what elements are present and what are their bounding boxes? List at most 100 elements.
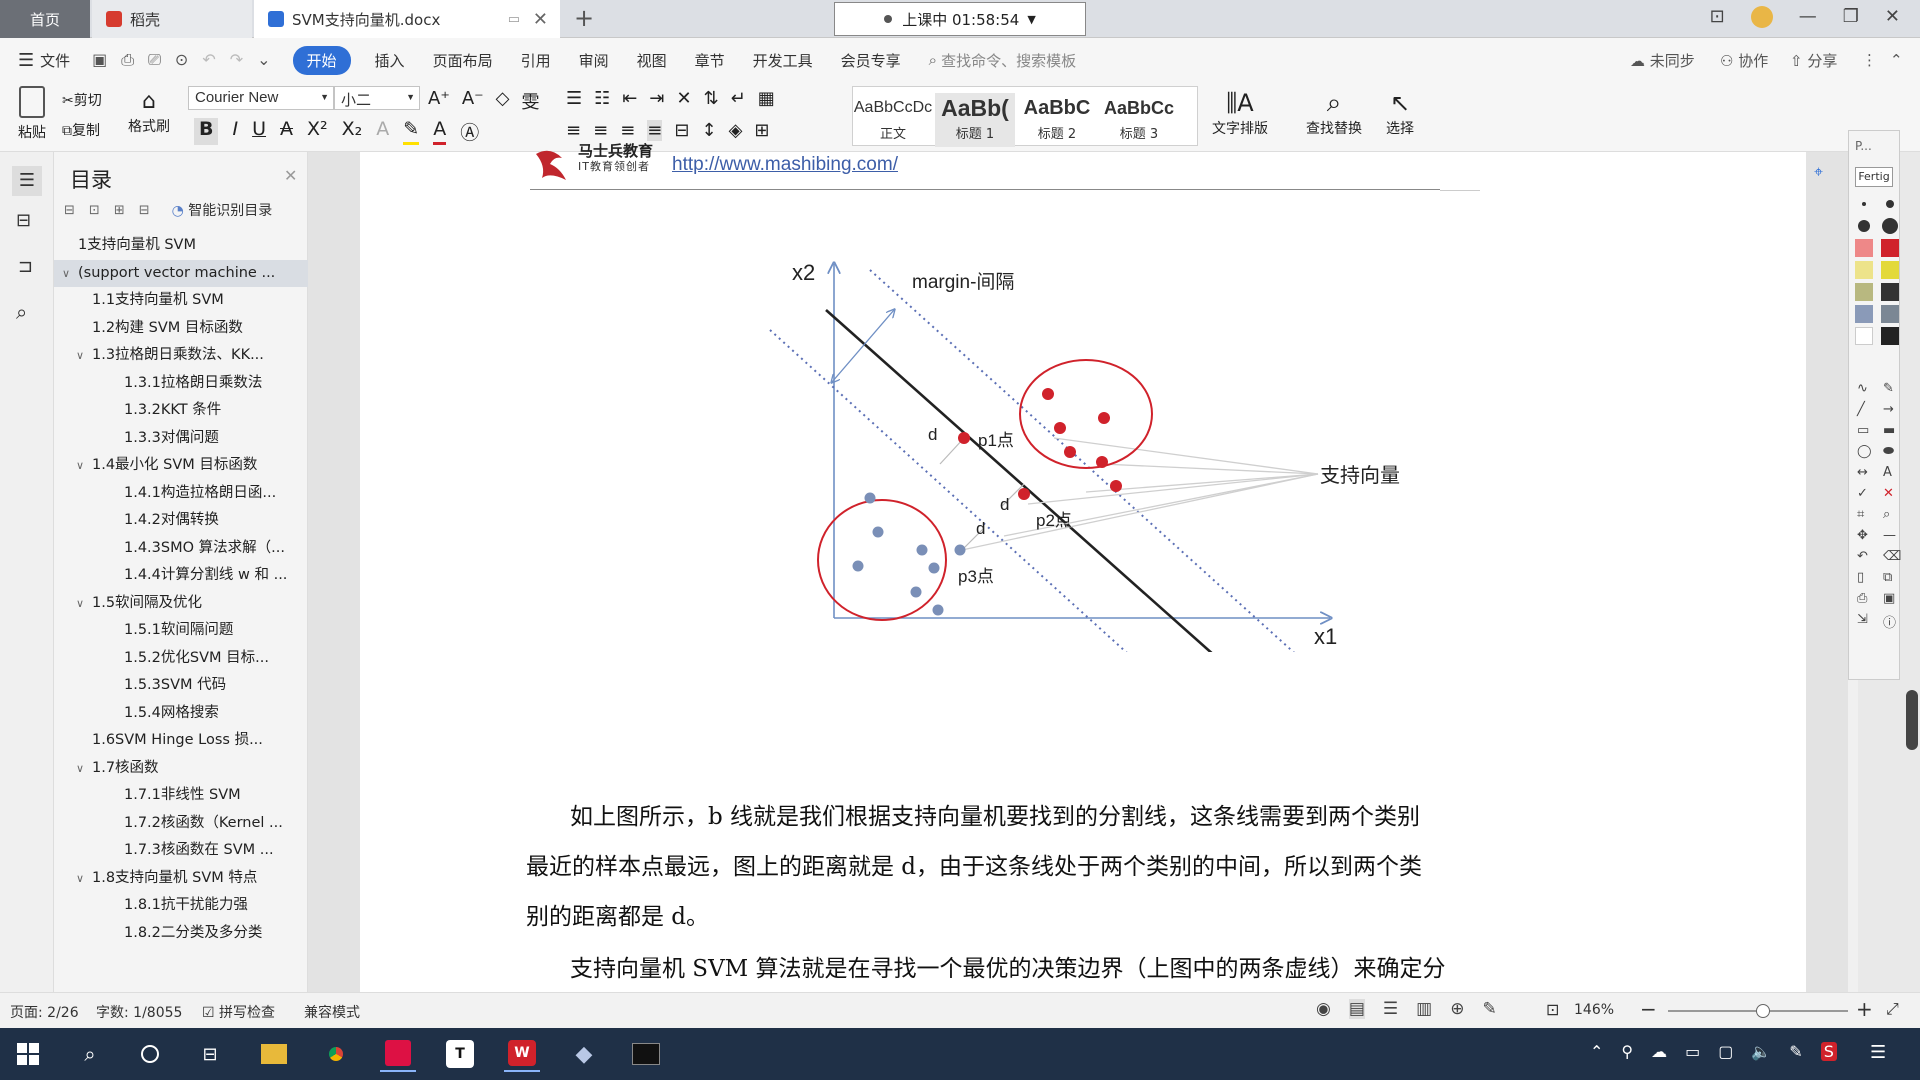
shading-icon[interactable]: ◈ <box>729 120 743 141</box>
font-size-select[interactable]: 小二 ▼ <box>334 86 420 110</box>
toc-item[interactable]: 1支持向量机 SVM <box>54 232 308 260</box>
menu-tab-chapter[interactable]: 章节 <box>695 50 725 71</box>
chevron-down-icon[interactable]: ∨ <box>76 865 92 893</box>
style-normal[interactable]: AaBbCcDc 正文 <box>853 93 933 147</box>
export-icon[interactable]: ⇲ <box>1857 612 1877 631</box>
sort-icon[interactable]: ⇅ <box>704 88 719 109</box>
toc-item[interactable]: 1.3.1拉格朗日乘数法 <box>54 370 308 398</box>
panel-scroll-handle[interactable] <box>1906 690 1918 750</box>
fit-page-icon[interactable]: ⊡ <box>1546 1000 1559 1019</box>
restore-tab-icon[interactable]: ▭ <box>508 12 520 27</box>
color-black[interactable] <box>1881 283 1899 301</box>
cross-icon[interactable]: ✕ <box>1883 486 1903 501</box>
menu-tab-insert[interactable]: 插入 <box>375 50 405 71</box>
close-icon[interactable]: ✕ <box>284 166 297 185</box>
arrow-icon[interactable]: → <box>1883 402 1903 417</box>
trash-icon[interactable]: ⌫ <box>1883 549 1903 564</box>
ellipse-icon[interactable]: ◯ <box>1857 444 1877 459</box>
menu-tab-reference[interactable]: 引用 <box>521 50 551 71</box>
dot-large-icon[interactable] <box>1855 217 1873 235</box>
read-view-icon[interactable]: ▥ <box>1416 999 1432 1019</box>
toc-item[interactable]: 1.3.3对偶问题 <box>54 425 308 453</box>
color-dark[interactable] <box>1881 327 1899 345</box>
export-icon[interactable]: ⎙ <box>121 50 134 70</box>
redo-icon[interactable]: ↷ <box>230 50 243 70</box>
pen-icon[interactable]: ✎ <box>1883 381 1903 396</box>
subscript-icon[interactable]: X₂ <box>342 118 363 145</box>
toc-item[interactable]: 1.4.4计算分割线 w 和 ... <box>54 562 308 590</box>
toc-panel-icon[interactable]: ☰ <box>12 166 42 196</box>
toc-item[interactable]: 1.7.2核函数（Kernel ... <box>54 810 308 838</box>
terminal-icon[interactable] <box>628 1036 664 1072</box>
rectangle-icon[interactable]: ▭ <box>1857 423 1877 438</box>
freehand-icon[interactable]: ∿ <box>1857 381 1877 396</box>
line-icon[interactable]: ╱ <box>1857 402 1877 417</box>
tab-document[interactable]: SVM支持向量机.docx ✕ ▭ <box>254 0 560 38</box>
color-white[interactable] <box>1855 327 1873 345</box>
expand-all-icon[interactable]: ⊡ <box>89 203 100 218</box>
toc-item[interactable]: 1.6SVM Hinge Loss 损... <box>54 727 308 755</box>
battery-icon[interactable]: ▭ <box>1685 1042 1700 1061</box>
remove-item-icon[interactable]: ⊟ <box>139 203 150 218</box>
style-heading1[interactable]: AaBb(标题 1 <box>935 93 1015 147</box>
share-button[interactable]: ⇧ 分享 <box>1790 50 1837 71</box>
highlight-icon[interactable]: ✎ <box>403 118 420 145</box>
text-effect-icon[interactable]: A <box>376 118 389 145</box>
save-icon[interactable]: ▣ <box>1883 591 1903 606</box>
chevron-down-icon[interactable]: ∨ <box>76 452 92 480</box>
task-view-icon[interactable]: ⊟ <box>192 1036 228 1072</box>
zoom-icon[interactable]: ⌕ <box>1883 507 1903 522</box>
align-center-icon[interactable]: ≡ <box>593 120 608 141</box>
toc-item[interactable]: 1.5.4网格搜索 <box>54 700 308 728</box>
double-arrow-icon[interactable]: ↔ <box>1857 465 1877 480</box>
avatar[interactable] <box>1750 6 1773 28</box>
filled-ellipse-icon[interactable]: ⬬ <box>1883 444 1903 459</box>
toc-item[interactable]: 1.7.3核函数在 SVM ... <box>54 837 308 865</box>
cut-button[interactable]: ✂剪切 <box>62 90 102 110</box>
bold-icon[interactable]: B <box>194 118 219 145</box>
dot-medium-icon[interactable] <box>1881 195 1899 213</box>
collapse-all-icon[interactable]: ⊟ <box>64 203 75 218</box>
show-marks-icon[interactable]: ↵ <box>731 88 746 109</box>
hamburger-icon[interactable]: ☰ <box>18 50 34 71</box>
cortana-icon[interactable] <box>132 1036 168 1072</box>
line-spacing-icon[interactable]: ↕ <box>701 120 716 141</box>
filled-rect-icon[interactable]: ▬ <box>1883 423 1903 438</box>
strikethrough-icon[interactable]: A <box>280 118 293 145</box>
menu-tab-review[interactable]: 审阅 <box>579 50 609 71</box>
underline-icon[interactable]: U <box>252 118 266 145</box>
tab-home[interactable]: 首页 <box>0 0 90 38</box>
network-icon[interactable]: ▢ <box>1718 1042 1733 1061</box>
write-view-icon[interactable]: ✎ <box>1482 999 1496 1019</box>
outline-view-icon[interactable]: ☰ <box>1383 999 1398 1019</box>
chapter-icon[interactable]: ⊟ <box>16 210 31 231</box>
wps-icon[interactable]: W <box>504 1036 540 1072</box>
toc-item[interactable]: ∨ 1.3拉格朗日乘数法、KK... <box>54 342 308 370</box>
menu-tab-member[interactable]: 会员专享 <box>841 50 901 71</box>
chinese-layout-icon[interactable]: ✕ <box>676 88 691 109</box>
find-replace-button[interactable]: ⌕ 查找替换 <box>1306 88 1362 138</box>
zoom-out-icon[interactable]: − <box>1640 997 1657 1021</box>
toc-item[interactable]: 1.1支持向量机 SVM <box>54 287 308 315</box>
italic-icon[interactable]: I <box>232 118 238 145</box>
customize-icon[interactable]: ⌄ <box>257 50 270 70</box>
chevron-down-icon[interactable]: ∨ <box>76 590 92 618</box>
toc-item[interactable]: ∨ 1.5软间隔及优化 <box>54 590 308 618</box>
pen-tray-icon[interactable]: ✎ <box>1789 1042 1802 1061</box>
text-icon[interactable]: A <box>1883 465 1903 480</box>
chevron-down-icon[interactable]: ∨ <box>76 755 92 783</box>
crop-icon[interactable]: ⌗ <box>1857 507 1877 522</box>
copy-button[interactable]: ⧉复制 <box>62 120 100 140</box>
menu-tab-start[interactable]: 开始 <box>292 45 351 75</box>
eye-protection-icon[interactable]: ◉ <box>1316 999 1331 1019</box>
numbered-list-icon[interactable]: ☷ <box>594 88 610 109</box>
print-icon[interactable]: ⎚ <box>148 50 161 70</box>
chevron-up-icon[interactable]: ⌃ <box>1590 1042 1603 1061</box>
menu-tab-layout[interactable]: 页面布局 <box>433 50 493 71</box>
color-olive[interactable] <box>1855 283 1873 301</box>
color-yellow-light[interactable] <box>1855 261 1873 279</box>
justify-icon[interactable]: ≡ <box>647 120 663 141</box>
indent-icon[interactable]: ⇥ <box>649 88 664 109</box>
toc-item[interactable]: 1.4.1构造拉格朗日函... <box>54 480 308 508</box>
toc-item[interactable]: 1.4.2对偶转换 <box>54 507 308 535</box>
